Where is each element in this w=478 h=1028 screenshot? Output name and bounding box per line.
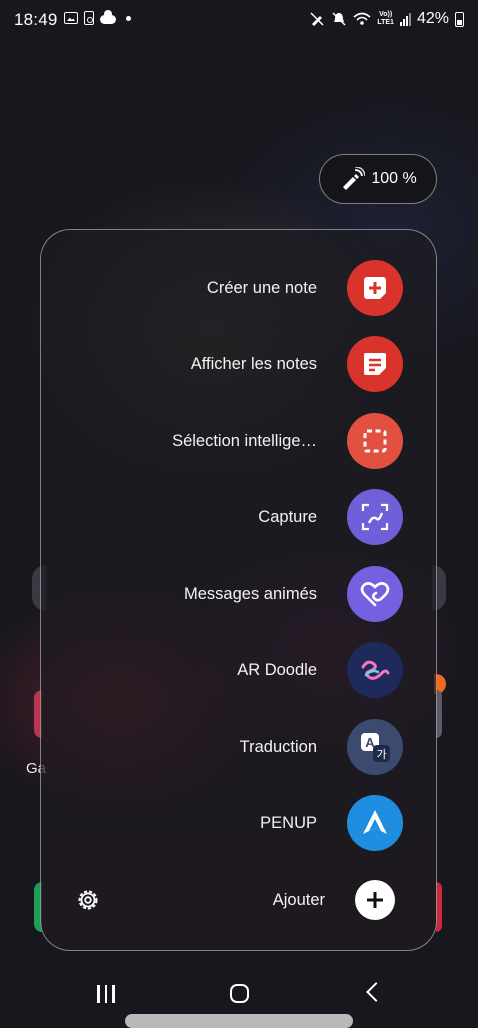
menu-item-translate[interactable]: Traduction A가 xyxy=(41,712,436,782)
menu-item-screen-write[interactable]: Capture xyxy=(41,482,436,552)
system-status-icons: Vo)) LTE1 42% xyxy=(309,10,464,28)
penup-icon xyxy=(347,795,403,851)
settings-gear-icon[interactable] xyxy=(76,888,100,912)
menu-item-label: Messages animés xyxy=(184,584,317,603)
menu-item-label: Afficher les notes xyxy=(190,354,317,373)
notification-icons xyxy=(64,9,131,25)
s-pen-off-icon xyxy=(310,12,324,26)
live-message-icon xyxy=(347,566,403,622)
menu-item-add[interactable]: Ajouter xyxy=(41,865,436,935)
menu-item-label: Traduction xyxy=(239,737,317,756)
create-note-icon xyxy=(347,260,403,316)
status-time: 18:49 xyxy=(14,10,58,29)
menu-item-label: AR Doodle xyxy=(237,660,317,679)
gesture-handle[interactable] xyxy=(125,1014,353,1028)
pen-battery-label: 100 % xyxy=(371,170,417,187)
menu-item-create-note[interactable]: Créer une note xyxy=(41,253,436,323)
cell-signal-icon xyxy=(399,12,411,26)
translate-icon: A가 xyxy=(347,719,403,775)
smart-select-icon xyxy=(347,413,403,469)
menu-item-penup[interactable]: PENUP xyxy=(41,788,436,858)
more-notifications-dot-icon xyxy=(126,15,131,21)
svg-text:가: 가 xyxy=(376,748,386,761)
pen-signal-icon xyxy=(343,167,366,190)
gallery-notification-icon xyxy=(64,12,78,24)
menu-item-label: Capture xyxy=(258,507,317,526)
screen-write-icon xyxy=(347,489,403,545)
battery-icon xyxy=(455,11,464,27)
air-command-panel: Créer une note Afficher les notes Sélect… xyxy=(40,229,437,951)
view-notes-icon xyxy=(347,336,403,392)
menu-item-smart-select[interactable]: Sélection intellige… xyxy=(41,406,436,476)
menu-item-label: Créer une note xyxy=(206,278,317,297)
mute-icon xyxy=(332,12,346,26)
menu-item-label: Ajouter xyxy=(272,890,325,909)
speaker-notification-icon xyxy=(84,11,94,25)
air-command-pen-button[interactable]: 100 % xyxy=(319,154,437,204)
wifi-icon xyxy=(353,12,371,25)
recent-apps-button[interactable] xyxy=(97,985,115,1003)
add-icon xyxy=(355,880,395,920)
home-button[interactable] xyxy=(230,984,249,1003)
menu-item-label: Sélection intellige… xyxy=(172,431,317,450)
menu-item-ar-doodle[interactable]: AR Doodle xyxy=(41,635,436,705)
cloud-notification-icon xyxy=(100,9,116,24)
volte-lte-label: Vo)) LTE1 xyxy=(377,11,394,26)
battery-percent: 42% xyxy=(416,10,449,27)
menu-item-live-message[interactable]: Messages animés xyxy=(41,559,436,629)
menu-item-label: PENUP xyxy=(260,813,317,832)
status-bar: 18:49 Vo)) LTE1 42% xyxy=(0,0,478,40)
menu-item-view-notes[interactable]: Afficher les notes xyxy=(41,329,436,399)
ar-doodle-icon xyxy=(347,642,403,698)
